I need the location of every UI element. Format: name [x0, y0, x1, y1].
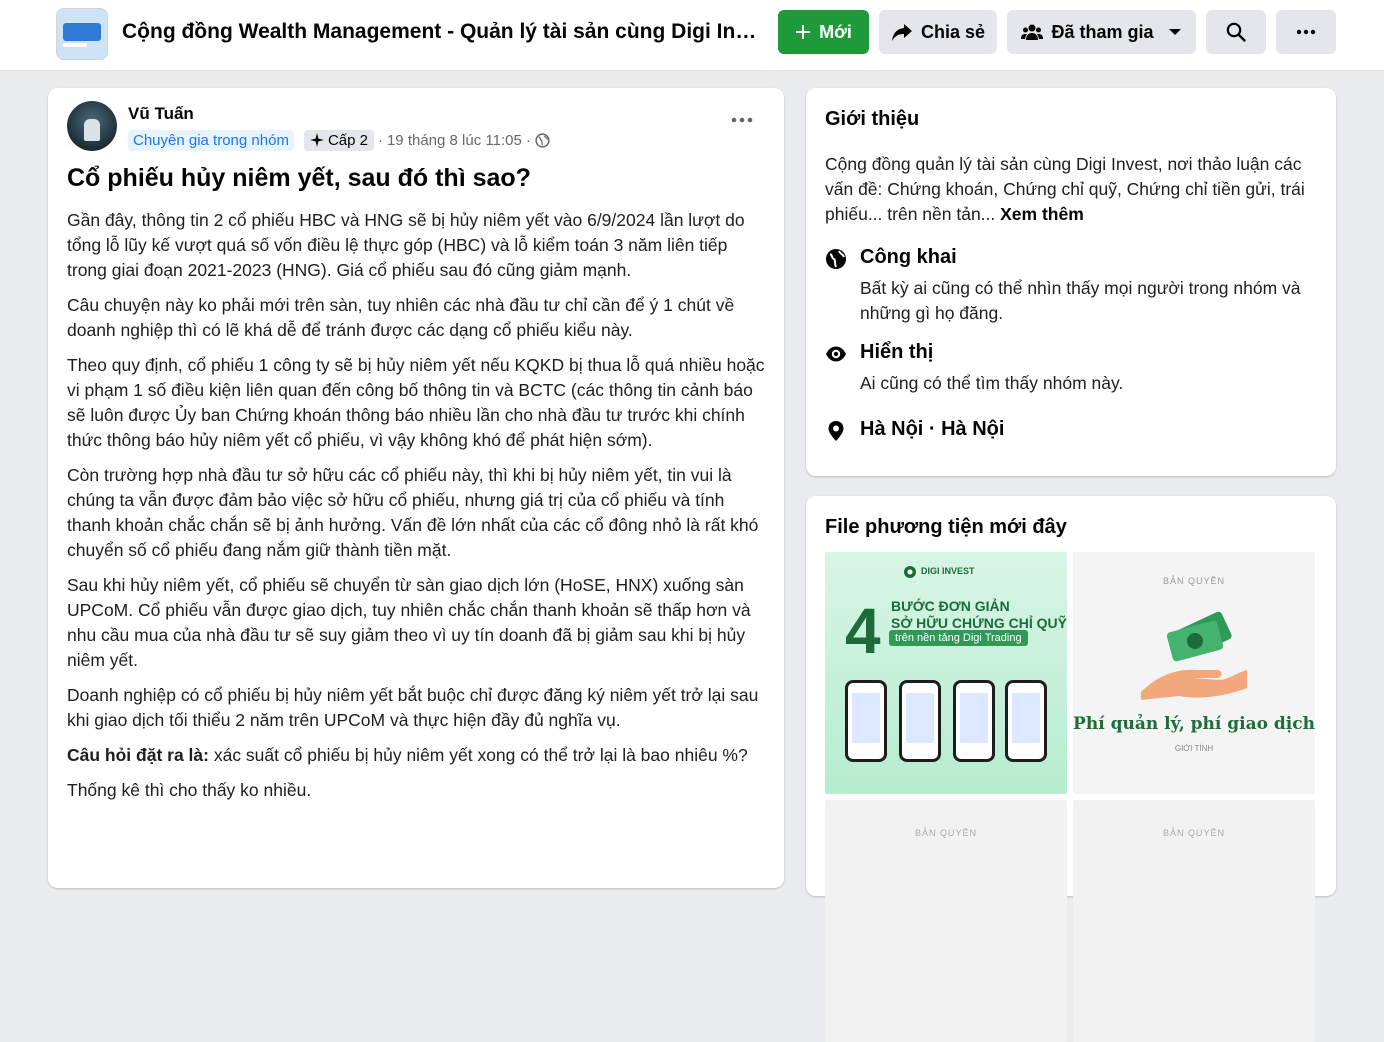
post-card: Vũ Tuấn Chuyên gia trong nhóm Cấp 2 · 19…	[48, 88, 784, 888]
more-dots-icon	[731, 117, 753, 123]
thumbnail-stripe	[63, 43, 87, 47]
meta-separator: ·	[377, 131, 383, 149]
group-cover-thumbnail[interactable]	[56, 8, 108, 60]
role-badge[interactable]: Chuyên gia trong nhóm	[128, 129, 294, 151]
money-hand-illustration	[1141, 611, 1247, 700]
sparkle-icon	[309, 133, 324, 147]
tile-headline: BƯỚC ĐƠN GIẢN SỞ HỮU CHỨNG CHỈ QUỸ	[891, 598, 1067, 632]
phone-mockup	[845, 680, 887, 762]
caret-down-icon	[1168, 29, 1181, 35]
tile-headline-line: BƯỚC ĐƠN GIẢN	[891, 598, 1010, 614]
about-heading: Giới thiệu	[825, 108, 920, 130]
about-description: Cộng đồng quản lý tài sản cùng Digi Inve…	[825, 152, 1320, 227]
phone-screen	[960, 693, 988, 743]
author-name[interactable]: Vũ Tuấn	[128, 104, 194, 124]
privacy-title: Công khai	[860, 246, 957, 268]
level-badge[interactable]: Cấp 2	[303, 129, 374, 151]
search-icon	[1226, 22, 1246, 42]
phone-screen	[906, 693, 934, 743]
media-thumbnail[interactable]: BẢN QUYỀN Phí quản lý, phí giao dịch GIỚ…	[1073, 552, 1315, 794]
location-pin-icon	[828, 421, 844, 441]
question-text: xác suất cổ phiếu bị hủy niêm yết xong c…	[208, 745, 748, 765]
about-card: Giới thiệu Cộng đồng quản lý tài sản cùn…	[806, 88, 1336, 476]
post-paragraph: Doanh nghiệp có cổ phiếu bị hủy niêm yết…	[67, 685, 759, 730]
visibility-description: Ai cũng có thể tìm thấy nhóm này.	[860, 373, 1124, 393]
phone-mockup	[953, 680, 995, 762]
recent-media-card: File phương tiện mới đây DIGI INVEST 4 B…	[806, 496, 1336, 1042]
joined-dropdown-button[interactable]: Đã tham gia	[1007, 10, 1196, 54]
tile-brand: DIGI INVEST	[921, 566, 975, 576]
post-paragraph: Câu chuyện này ko phải mới trên sàn, tuy…	[67, 295, 735, 340]
joined-label: Đã tham gia	[1051, 21, 1154, 42]
globe-icon	[535, 132, 550, 148]
tile-subtitle: trên nền tảng Digi Trading	[889, 630, 1028, 646]
meta-separator: ·	[525, 131, 531, 149]
share-button[interactable]: Chia sẻ	[879, 10, 997, 54]
post-paragraph: Còn trường hợp nhà đầu tư sở hữu các cổ …	[67, 465, 759, 560]
thumbnail-banner	[63, 23, 101, 41]
level-badge-label: Cấp 2	[327, 131, 368, 149]
tile-caption: Phí quản lý, phí giao dịch	[1073, 714, 1315, 734]
tile-number: 4	[845, 595, 881, 667]
share-label: Chia sẻ	[920, 21, 986, 42]
tile-watermark: BẢN QUYỀN	[1162, 828, 1225, 838]
author-avatar[interactable]	[67, 101, 117, 151]
plus-icon	[796, 25, 811, 39]
members-icon	[1021, 24, 1044, 40]
group-header: Cộng đồng Wealth Management - Quản lý tà…	[0, 0, 1384, 71]
post-meta: Chuyên gia trong nhóm Cấp 2 · 19 tháng 8…	[128, 128, 550, 152]
eye-icon	[826, 346, 846, 362]
post-body: Gần đây, thông tin 2 cổ phiếu HBC và HNG…	[67, 208, 767, 813]
tile-watermark: BẢN QUYỀN	[1162, 576, 1225, 586]
post-question: Câu hỏi đặt ra là: xác suất cổ phiếu bị …	[67, 743, 767, 768]
post-timestamp[interactable]: 19 tháng 8 lúc 11:05	[387, 132, 522, 149]
question-label: Câu hỏi đặt ra là:	[67, 745, 209, 765]
search-button[interactable]	[1206, 10, 1266, 54]
media-thumbnail[interactable]: BẢN QUYỀN	[1073, 800, 1315, 1042]
post-paragraph: Sau khi hủy niêm yết, cổ phiếu sẽ chuyển…	[67, 575, 751, 670]
post-paragraph: Gần đây, thông tin 2 cổ phiếu HBC và HNG…	[67, 210, 745, 280]
new-post-label: Mới	[819, 21, 852, 42]
media-thumbnail[interactable]: BẢN QUYỀN	[825, 800, 1067, 1042]
phone-mockup	[1005, 680, 1047, 762]
privacy-description: Bất kỳ ai cũng có thể nhìn thấy mọi ngườ…	[860, 278, 1301, 323]
digi-invest-logo-icon	[904, 566, 916, 578]
share-arrow-icon	[891, 24, 912, 41]
new-post-button[interactable]: Mới	[778, 10, 869, 54]
visibility-title: Hiển thị	[860, 341, 934, 363]
more-options-button[interactable]	[1276, 10, 1336, 54]
globe-icon	[826, 249, 846, 269]
media-heading: File phương tiện mới đây	[825, 516, 1067, 538]
phone-screen	[852, 693, 880, 743]
media-thumbnail[interactable]: DIGI INVEST 4 BƯỚC ĐƠN GIẢN SỞ HỮU CHỨNG…	[825, 552, 1067, 794]
post-paragraph: Theo quy định, cổ phiếu 1 công ty sẽ bị …	[67, 355, 765, 450]
tile-small-text: GIỚI TÍNH	[1174, 744, 1214, 753]
post-closing: Thống kê thì cho thấy ko nhiều.	[67, 780, 312, 800]
avatar-figure	[84, 119, 100, 141]
post-title: Cổ phiếu hủy niêm yết, sau đó thì sao?	[67, 164, 531, 192]
phone-screen	[1012, 693, 1040, 743]
tile-watermark: BẢN QUYỀN	[914, 828, 977, 838]
phone-mockup	[899, 680, 941, 762]
location-text[interactable]: Hà Nội · Hà Nội	[860, 418, 1004, 441]
group-title[interactable]: Cộng đồng Wealth Management - Quản lý tà…	[122, 20, 762, 44]
see-more-link[interactable]: Xem thêm	[1000, 204, 1084, 224]
post-options-button[interactable]	[728, 106, 756, 134]
more-dots-icon	[1296, 29, 1316, 35]
